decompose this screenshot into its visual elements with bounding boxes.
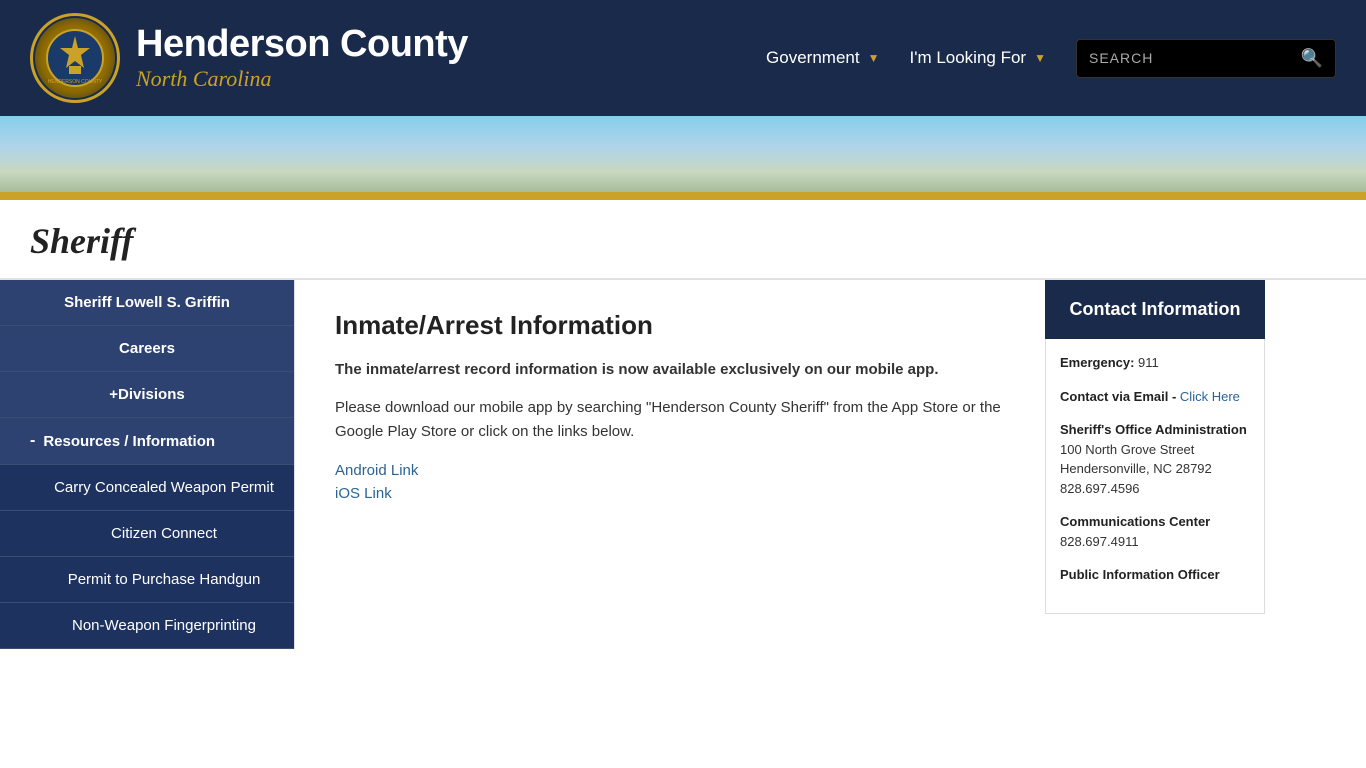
main-content: Sheriff Lowell S. Griffin Careers + Divi… xyxy=(0,280,1366,649)
sidebar-item-careers[interactable]: Careers xyxy=(0,326,294,372)
seal-inner: HENDERSON COUNTY xyxy=(35,18,115,98)
government-chevron-icon: ▼ xyxy=(868,51,880,65)
page-title: Sheriff xyxy=(30,220,1336,262)
divisions-prefix: + xyxy=(109,386,118,403)
office-label: Sheriff's Office Administration xyxy=(1060,420,1250,440)
email-label: Contact via Email - xyxy=(1060,389,1180,404)
right-sidebar: Contact Information Emergency: 911 Conta… xyxy=(1045,280,1265,649)
contact-emergency: Emergency: 911 xyxy=(1060,353,1250,373)
contact-email: Contact via Email - Click Here xyxy=(1060,387,1250,407)
contact-header: Contact Information xyxy=(1045,280,1265,339)
looking-for-nav-item[interactable]: I'm Looking For ▼ xyxy=(909,48,1046,68)
content-area: Inmate/Arrest Information The inmate/arr… xyxy=(295,280,1045,649)
office-phone: 828.697.4596 xyxy=(1060,479,1250,499)
site-header: HENDERSON COUNTY Henderson County North … xyxy=(0,0,1366,116)
logo-text: Henderson County North Carolina xyxy=(136,24,468,92)
contact-pio: Public Information Officer xyxy=(1060,565,1250,585)
emergency-value: 911 xyxy=(1138,355,1159,370)
sidebar-careers-label: Careers xyxy=(119,340,175,357)
hero-image xyxy=(0,116,1366,196)
seal-svg: HENDERSON COUNTY xyxy=(45,28,105,88)
county-seal: HENDERSON COUNTY xyxy=(30,13,120,103)
state-name: North Carolina xyxy=(136,66,468,92)
office-address1: 100 North Grove Street xyxy=(1060,440,1250,460)
sidebar-non-weapon-label: Non-Weapon Fingerprinting xyxy=(72,617,256,634)
page-title-section: Sheriff xyxy=(0,200,1366,280)
contact-body: Emergency: 911 Contact via Email - Click… xyxy=(1045,339,1265,614)
government-nav-item[interactable]: Government ▼ xyxy=(766,48,879,68)
sidebar-divisions-label: Divisions xyxy=(118,386,185,403)
looking-chevron-icon: ▼ xyxy=(1034,51,1046,65)
left-sidebar: Sheriff Lowell S. Griffin Careers + Divi… xyxy=(0,280,295,649)
resources-prefix: - xyxy=(30,432,35,450)
county-name: Henderson County xyxy=(136,24,468,66)
sidebar-item-non-weapon[interactable]: Non-Weapon Fingerprinting xyxy=(0,603,294,649)
sidebar-sheriff-label: Sheriff Lowell S. Griffin xyxy=(64,294,230,311)
sidebar-item-resources[interactable]: - Resources / Information xyxy=(0,418,294,465)
looking-for-label: I'm Looking For xyxy=(909,48,1026,68)
search-icon: 🔍 xyxy=(1301,48,1323,68)
email-link[interactable]: Click Here xyxy=(1180,389,1240,404)
sidebar-item-sheriff-lowell[interactable]: Sheriff Lowell S. Griffin xyxy=(0,280,294,326)
search-button[interactable]: 🔍 xyxy=(1289,40,1335,77)
sidebar-item-divisions[interactable]: + Divisions xyxy=(0,372,294,418)
contact-comm: Communications Center 828.697.4911 xyxy=(1060,512,1250,551)
sidebar-item-carry-concealed[interactable]: Carry Concealed Weapon Permit xyxy=(0,465,294,511)
content-title: Inmate/Arrest Information xyxy=(335,310,1005,341)
main-nav: Government ▼ I'm Looking For ▼ 🔍 xyxy=(766,39,1336,78)
emergency-label: Emergency: xyxy=(1060,355,1134,370)
content-body-text: Please download our mobile app by search… xyxy=(335,396,1005,444)
svg-text:HENDERSON COUNTY: HENDERSON COUNTY xyxy=(48,79,103,85)
ios-link[interactable]: iOS Link xyxy=(335,485,1005,502)
contact-office: Sheriff's Office Administration 100 Nort… xyxy=(1060,420,1250,498)
sidebar-citizen-label: Citizen Connect xyxy=(111,525,217,542)
sidebar-carry-label: Carry Concealed Weapon Permit xyxy=(54,479,274,496)
comm-phone: 828.697.4911 xyxy=(1060,532,1250,552)
content-bold-text: The inmate/arrest record information is … xyxy=(335,359,1005,382)
sidebar-resources-label: Resources / Information xyxy=(43,433,215,450)
pio-label: Public Information Officer xyxy=(1060,565,1250,585)
android-link[interactable]: Android Link xyxy=(335,462,1005,479)
office-address2: Hendersonville, NC 28792 xyxy=(1060,459,1250,479)
sidebar-item-citizen-connect[interactable]: Citizen Connect xyxy=(0,511,294,557)
government-label: Government xyxy=(766,48,860,68)
comm-label: Communications Center xyxy=(1060,512,1250,532)
sidebar-permit-label: Permit to Purchase Handgun xyxy=(68,571,261,588)
sidebar-item-permit-purchase[interactable]: Permit to Purchase Handgun xyxy=(0,557,294,603)
search-box: 🔍 xyxy=(1076,39,1336,78)
search-input[interactable] xyxy=(1077,42,1289,74)
logo-area: HENDERSON COUNTY Henderson County North … xyxy=(30,13,468,103)
